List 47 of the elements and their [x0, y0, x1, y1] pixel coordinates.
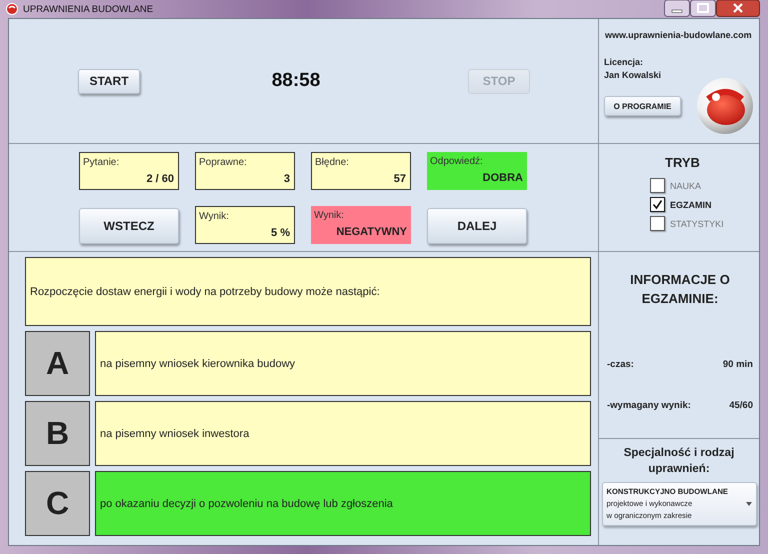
question-text: Rozpoczęcie dostaw energii i wody na potrzeby budowy może nastąpić:	[25, 257, 591, 326]
specialty-title: Specjalność i rodzaj uprawnień:	[622, 446, 736, 477]
website-link[interactable]: www.uprawnienia-budowlane.com	[605, 30, 752, 40]
license-label: Licencja:	[604, 57, 644, 67]
answer-option[interactable]: na pisemny wniosek inwestora	[95, 401, 591, 466]
stat-value: 2 / 60	[146, 172, 174, 184]
minimize-icon[interactable]	[664, 0, 690, 17]
stat-label: Odpowiedź:	[430, 156, 484, 166]
mode-title: TRYB	[665, 155, 700, 170]
stat-label: Pytanie:	[83, 156, 120, 168]
checkbox[interactable]	[650, 197, 665, 212]
answer-letter[interactable]: A	[25, 331, 90, 396]
info-value: 90 min	[722, 359, 753, 370]
window-title: UPRAWNIENIA BUDOWLANE	[23, 4, 154, 14]
maximize-icon[interactable]	[690, 0, 716, 17]
answer-option[interactable]: po okazaniu decyzji o pozwoleniu na budowę lub zgłoszenia	[95, 471, 591, 536]
info-title: INFORMACJE O EGZAMINIE:	[629, 271, 731, 308]
logo-icon	[696, 77, 754, 135]
start-button[interactable]: START	[78, 68, 140, 94]
stat-value: NEGATYWNY	[336, 226, 407, 238]
about-button[interactable]: O PROGRAMIE	[604, 96, 681, 116]
checkbox[interactable]	[650, 178, 665, 193]
info-label: -czas:	[607, 359, 634, 370]
stat-label: Poprawne:	[199, 156, 248, 168]
stat-label: Wynik:	[314, 210, 345, 220]
stat-label: Błędne:	[315, 156, 350, 168]
checkbox-label[interactable]: STATYSTYKI	[670, 218, 724, 228]
info-value: 45/60	[729, 400, 753, 411]
checkbox[interactable]	[650, 216, 665, 231]
checkbox-label[interactable]: NAUKA	[670, 180, 702, 190]
app-logo-icon	[6, 3, 18, 15]
stat-value: DOBRA	[482, 172, 523, 184]
answer-option[interactable]: na pisemny wniosek kierownika budowy	[95, 331, 591, 396]
caret-icon	[746, 502, 752, 506]
timer-display: 88:58	[270, 70, 322, 92]
checkbox-label[interactable]: EGZAMIN	[670, 200, 712, 210]
info-label: -wymagany wynik:	[607, 400, 691, 411]
stat-value: 5 %	[271, 226, 290, 238]
next-button[interactable]: DALEJ	[427, 208, 527, 244]
stat-label: Wynik:	[199, 210, 230, 222]
stat-value: 57	[394, 172, 406, 184]
answer-letter[interactable]: B	[25, 401, 90, 466]
close-icon[interactable]	[716, 0, 760, 17]
license-holder: Jan Kowalski	[604, 70, 662, 80]
back-button[interactable]: WSTECZ	[79, 208, 179, 244]
stat-value: 3	[284, 172, 290, 184]
answer-letter[interactable]: C	[25, 471, 90, 536]
